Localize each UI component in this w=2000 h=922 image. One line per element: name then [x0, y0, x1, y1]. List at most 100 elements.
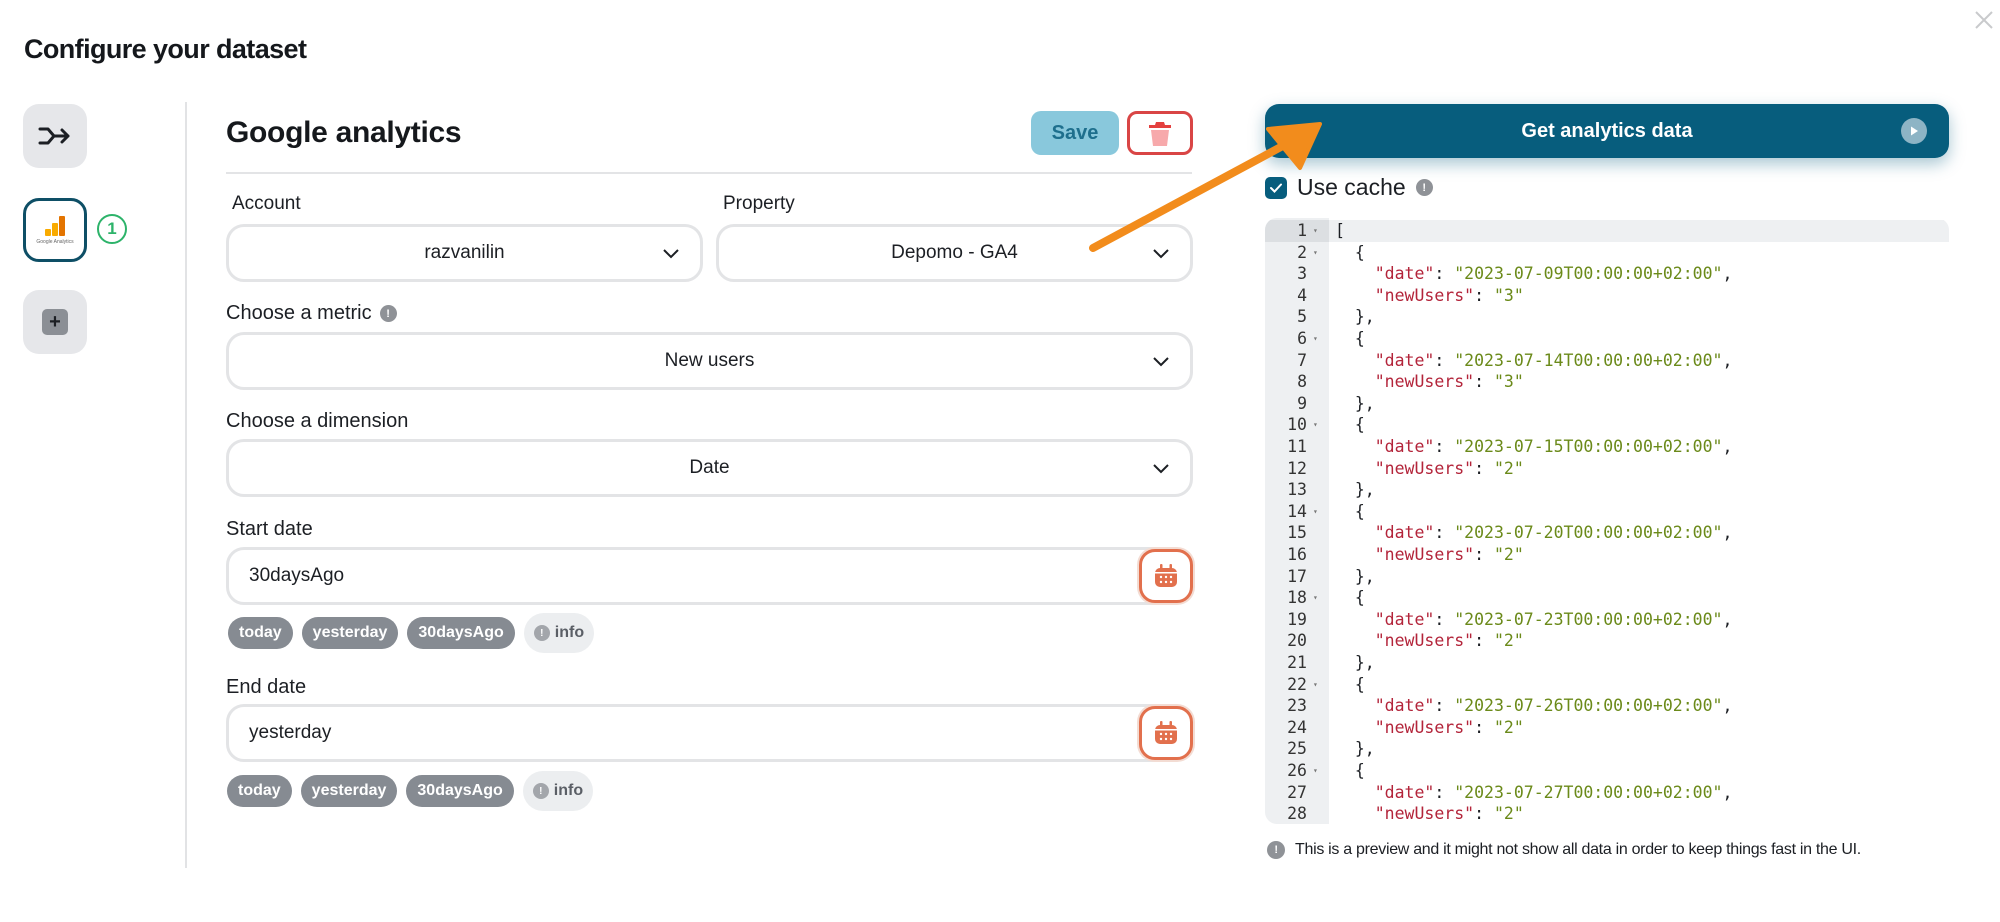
code-line: 10 ▾ {: [1265, 414, 1949, 436]
end-date-input[interactable]: yesterday: [226, 704, 1192, 762]
start-date-info-button[interactable]: ! info: [523, 613, 595, 653]
dimension-select[interactable]: Date: [226, 439, 1193, 497]
use-cache-checkbox[interactable]: [1265, 176, 1287, 199]
code-text: "date": "2023-07-23T00:00:00+02:00",: [1374, 609, 1733, 629]
line-number: 6: [1297, 329, 1307, 348]
code-text: },: [1335, 739, 1375, 759]
account-value: razvanilin: [424, 242, 505, 263]
end-date-calendar-button[interactable]: [1139, 706, 1193, 760]
code-line: 5 },: [1265, 306, 1949, 328]
code-line: 20 "newUsers": "2": [1265, 630, 1949, 652]
use-cache-label: Use cache: [1297, 174, 1406, 200]
code-text: "date": "2023-07-14T00:00:00+02:00",: [1374, 350, 1733, 370]
fold-toggle-icon[interactable]: ▾: [1313, 587, 1318, 609]
line-number: 16: [1287, 545, 1307, 564]
code-line: 14 ▾ {: [1265, 501, 1949, 523]
line-number: 26: [1287, 761, 1307, 780]
code-line: 15 "date": "2023-07-20T00:00:00+02:00",: [1265, 522, 1949, 544]
code-text: {: [1335, 761, 1365, 780]
flow-step-button[interactable]: [23, 104, 87, 168]
code-text: "newUsers": "2": [1374, 717, 1524, 737]
end-date-value: yesterday: [249, 722, 332, 743]
metric-select[interactable]: New users: [226, 332, 1193, 390]
end-date-chip-yesterday[interactable]: yesterday: [300, 775, 398, 807]
code-text: "newUsers": "2": [1374, 545, 1524, 564]
save-button[interactable]: Save: [1031, 111, 1119, 155]
add-source-button[interactable]: +: [23, 290, 87, 354]
get-analytics-data-button[interactable]: Get analytics data: [1265, 104, 1949, 158]
json-preview-editor[interactable]: 1 ▾[2 ▾ {3 "date": "2023-07-09T00:00:00+02…: [1265, 218, 1949, 824]
line-number: 23: [1287, 696, 1307, 716]
end-date-label: End date: [226, 676, 306, 699]
fold-toggle-icon[interactable]: ▾: [1313, 501, 1318, 523]
start-date-shortcuts: today yesterday 30daysAgo ! info: [228, 613, 595, 653]
code-line: 2 ▾ {: [1265, 242, 1949, 264]
code-line: 11 "date": "2023-07-15T00:00:00+02:00",: [1265, 436, 1949, 458]
code-line: 19 "date": "2023-07-23T00:00:00+02:00",: [1265, 609, 1949, 631]
info-icon: !: [1267, 841, 1285, 859]
code-text: {: [1335, 415, 1365, 435]
line-number: 12: [1287, 458, 1307, 478]
trash-icon: [1149, 122, 1171, 146]
line-number: 8: [1297, 372, 1307, 392]
code-line: 27 "date": "2023-07-27T00:00:00+02:00",: [1265, 782, 1949, 804]
fold-toggle-icon[interactable]: ▾: [1313, 328, 1318, 350]
account-select[interactable]: razvanilin: [226, 224, 703, 282]
metric-info-icon[interactable]: !: [379, 305, 397, 322]
property-label: Property: [723, 193, 795, 215]
use-cache-info-icon[interactable]: !: [1415, 179, 1433, 196]
close-button[interactable]: [1972, 8, 1996, 32]
calendar-icon: [1155, 721, 1177, 744]
property-label-text: Property: [723, 193, 795, 214]
end-date-info-button[interactable]: ! info: [522, 771, 594, 811]
end-date-info-label: info: [553, 782, 584, 799]
delete-button[interactable]: [1127, 111, 1193, 155]
line-number: 22: [1287, 674, 1307, 694]
start-date-chip-30daysago[interactable]: 30daysAgo: [407, 617, 515, 649]
property-select[interactable]: Depomo - GA4: [716, 224, 1193, 282]
line-number: 20: [1287, 631, 1307, 651]
google-analytics-source-button[interactable]: Google Analytics: [23, 198, 87, 262]
code-line: 9 },: [1265, 393, 1949, 415]
code-line: 28 "newUsers": "2": [1265, 803, 1949, 824]
code-text: },: [1335, 307, 1375, 327]
code-line: 22 ▾ {: [1265, 674, 1949, 696]
start-date-value: 30daysAgo: [249, 565, 345, 586]
start-date-chip-yesterday[interactable]: yesterday: [301, 617, 399, 649]
fold-toggle-icon[interactable]: ▾: [1313, 674, 1318, 696]
title-divider: [226, 172, 1192, 174]
start-date-chip-today[interactable]: today: [228, 617, 293, 649]
code-text: "date": "2023-07-27T00:00:00+02:00",: [1374, 782, 1733, 802]
fold-toggle-icon[interactable]: ▾: [1313, 220, 1318, 242]
metric-label: Choose a metric !: [226, 302, 397, 325]
start-date-calendar-button[interactable]: [1139, 549, 1193, 603]
code-line: 13 },: [1265, 479, 1949, 501]
start-date-input[interactable]: 30daysAgo: [226, 547, 1192, 605]
account-label-text: Account: [232, 193, 301, 214]
property-value: Depomo - GA4: [891, 242, 1018, 263]
code-line: 4 "newUsers": "3": [1265, 285, 1949, 307]
end-date-chip-30daysago[interactable]: 30daysAgo: [406, 775, 514, 807]
fold-toggle-icon[interactable]: ▾: [1313, 760, 1318, 782]
code-line: 17 },: [1265, 566, 1949, 588]
preview-note: ! This is a preview and it might not sho…: [1267, 841, 1861, 859]
line-number: 14: [1287, 501, 1307, 521]
code-line: 26 ▾ {: [1265, 760, 1949, 782]
chevron-down-icon: [663, 249, 679, 259]
chevron-down-icon: [1153, 464, 1169, 474]
line-number: 21: [1287, 653, 1307, 672]
fold-toggle-icon[interactable]: ▾: [1313, 242, 1318, 264]
merge-arrow-icon: [38, 127, 70, 145]
code-text: },: [1335, 393, 1375, 413]
code-text: "newUsers": "2": [1374, 804, 1524, 824]
code-line: 24 "newUsers": "2": [1265, 717, 1949, 739]
line-number: 18: [1287, 588, 1307, 608]
code-text: },: [1335, 653, 1375, 672]
code-line: 7 "date": "2023-07-14T00:00:00+02:00",: [1265, 350, 1949, 372]
chevron-down-icon: [1153, 249, 1169, 259]
line-number: 27: [1287, 782, 1307, 802]
line-number: 4: [1297, 285, 1307, 305]
fold-toggle-icon[interactable]: ▾: [1313, 414, 1318, 436]
code-text: {: [1335, 329, 1365, 348]
end-date-chip-today[interactable]: today: [227, 775, 292, 807]
